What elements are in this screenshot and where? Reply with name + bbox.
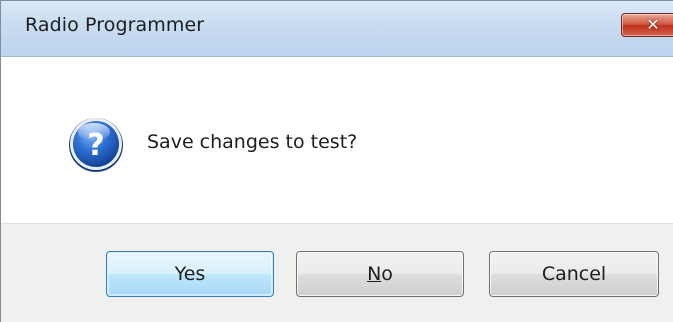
message-box-window: Radio Programmer ✕ ? Save changes to tes… xyxy=(0,0,673,322)
no-button-label-rest: o xyxy=(381,263,393,285)
cancel-button-label: Cancel xyxy=(541,263,607,285)
svg-text:?: ? xyxy=(87,128,104,163)
close-button[interactable]: ✕ xyxy=(621,13,673,37)
no-button-mnemonic: N xyxy=(367,263,382,285)
cancel-button[interactable]: Cancel xyxy=(489,251,659,297)
no-button[interactable]: No xyxy=(296,251,464,297)
dialog-content: ? Save changes to test? xyxy=(1,57,673,223)
button-bar: Yes No Cancel xyxy=(1,223,673,322)
yes-button-label: Yes xyxy=(174,263,206,285)
title-bar[interactable]: Radio Programmer ✕ xyxy=(1,1,673,57)
yes-button[interactable]: Yes xyxy=(106,251,274,297)
dialog-message: Save changes to test? xyxy=(147,131,358,153)
question-icon: ? xyxy=(67,115,125,173)
window-title: Radio Programmer xyxy=(25,14,205,36)
close-icon: ✕ xyxy=(646,15,660,34)
